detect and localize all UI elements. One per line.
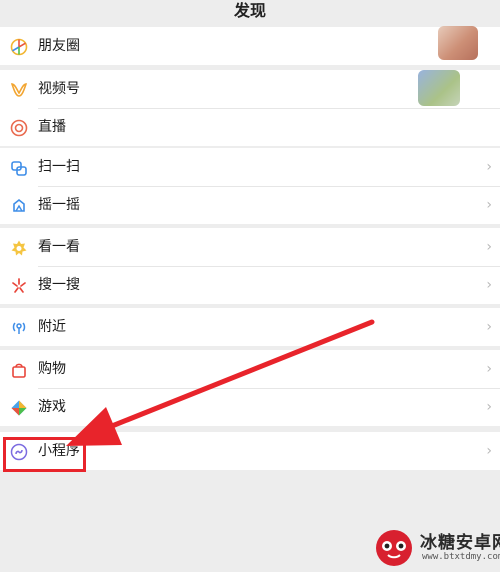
channels-preview-thumbnail	[418, 70, 460, 106]
watermark-title: 冰糖安卓网	[420, 533, 500, 553]
group-stories-search: 看一看 › 搜一搜 ›	[0, 228, 500, 304]
menu-item-label: 看一看	[38, 239, 80, 255]
menu-item-moments[interactable]: 朋友圈	[0, 27, 500, 65]
group-shopping-games: 购物 › 游戏 ›	[0, 350, 500, 426]
search-icon	[10, 277, 28, 295]
menu-item-search[interactable]: 搜一搜 ›	[0, 266, 500, 304]
menu-item-shake[interactable]: 摇一摇 ›	[0, 186, 500, 224]
menu-item-nearby[interactable]: 附近 ›	[0, 308, 500, 346]
menu-item-top-stories[interactable]: 看一看 ›	[0, 228, 500, 266]
nearby-icon	[10, 319, 28, 337]
menu-item-games[interactable]: 游戏 ›	[0, 388, 500, 426]
chevron-right-icon: ›	[486, 399, 492, 415]
menu-item-scan[interactable]: 扫一扫 ›	[0, 148, 500, 186]
menu-item-label: 扫一扫	[38, 159, 80, 175]
chevron-right-icon: ›	[486, 319, 492, 335]
shake-icon	[10, 197, 28, 215]
menu-item-live[interactable]: 直播	[0, 108, 500, 146]
moments-icon	[10, 38, 28, 56]
chevron-right-icon: ›	[486, 197, 492, 213]
live-icon	[10, 119, 28, 137]
watermark-url: www.btxtdmy.com	[422, 552, 500, 562]
game-icon	[10, 399, 28, 417]
chevron-right-icon: ›	[486, 159, 492, 175]
chevron-right-icon: ›	[486, 277, 492, 293]
shopping-bag-icon	[10, 361, 28, 379]
page-title: 发现	[233, 1, 266, 20]
top-stories-icon	[10, 239, 28, 257]
highlight-box	[3, 437, 86, 472]
menu-item-label: 游戏	[38, 399, 66, 415]
menu-item-label: 直播	[38, 119, 66, 135]
group-moments: 朋友圈	[0, 27, 500, 65]
chevron-right-icon: ›	[486, 361, 492, 377]
menu-item-label: 朋友圈	[38, 38, 80, 54]
watermark: 冰糖安卓网 www.btxtdmy.com	[366, 520, 500, 572]
chevron-right-icon: ›	[486, 443, 492, 459]
group-scan-shake: 扫一扫 › 摇一摇 ›	[0, 148, 500, 224]
menu-item-label: 附近	[38, 319, 66, 335]
chevron-right-icon: ›	[486, 239, 492, 255]
group-nearby: 附近 ›	[0, 308, 500, 346]
menu-item-label: 视频号	[38, 81, 80, 97]
menu-item-label: 搜一搜	[38, 277, 80, 293]
menu-item-label: 购物	[38, 361, 66, 377]
moments-preview-thumbnail	[438, 26, 478, 60]
menu-item-shopping[interactable]: 购物 ›	[0, 350, 500, 388]
watermark-logo-icon	[376, 530, 412, 566]
menu-item-label: 摇一摇	[38, 197, 80, 213]
scan-icon	[10, 159, 28, 177]
channels-icon	[10, 81, 28, 99]
